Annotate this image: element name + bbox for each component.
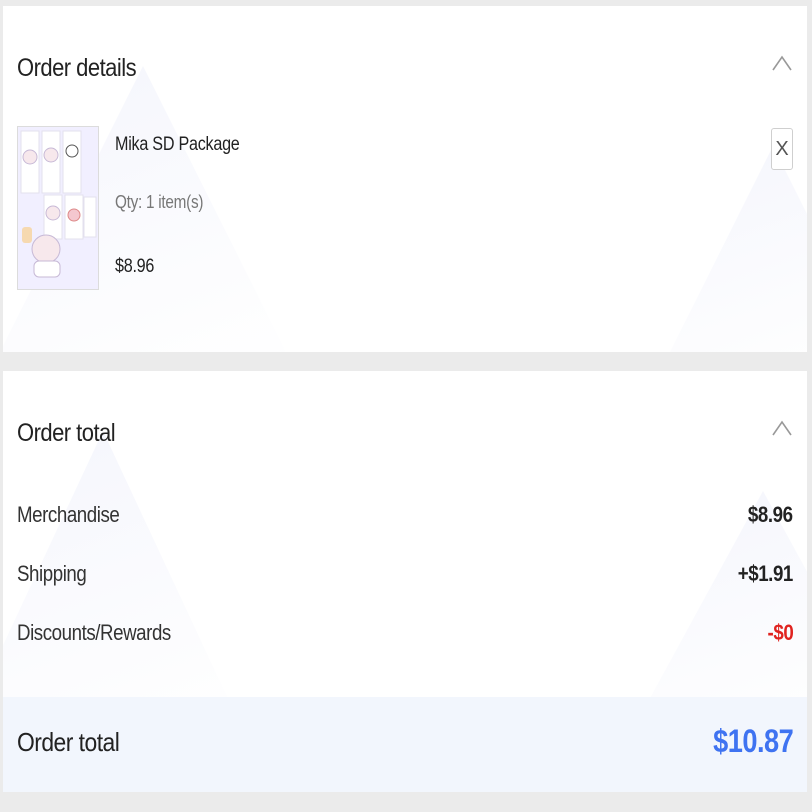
order-total-card: Order total Merchandise $8.96 Shipping +… bbox=[3, 371, 807, 792]
chevron-up-icon[interactable] bbox=[771, 419, 793, 437]
shipping-label: Shipping bbox=[17, 561, 87, 586]
summary-total-value: $10.87 bbox=[712, 723, 794, 759]
shipping-value: +$1.91 bbox=[737, 561, 794, 586]
order-total-title: Order total bbox=[17, 419, 116, 447]
background-decoration bbox=[663, 146, 807, 352]
close-icon: X bbox=[775, 137, 789, 160]
discounts-value: -$0 bbox=[767, 620, 793, 645]
merchandise-label: Merchandise bbox=[17, 502, 120, 527]
product-name[interactable]: Mika SD Package bbox=[115, 134, 240, 156]
chevron-up-icon[interactable] bbox=[771, 54, 793, 72]
discounts-label: Discounts/Rewards bbox=[17, 620, 171, 645]
product-price: $8.96 bbox=[115, 256, 155, 277]
order-total-summary: Order total $10.87 bbox=[3, 697, 807, 792]
merchandise-value: $8.96 bbox=[748, 502, 793, 527]
product-quantity: Qty: 1 item(s) bbox=[115, 192, 204, 212]
summary-label: Order total bbox=[17, 727, 120, 757]
product-thumbnail[interactable] bbox=[17, 126, 99, 290]
order-details-card: Order details Mika SD Package Qty: 1 ite… bbox=[3, 6, 807, 352]
order-details-title: Order details bbox=[17, 54, 137, 82]
remove-item-button[interactable]: X bbox=[771, 128, 793, 170]
